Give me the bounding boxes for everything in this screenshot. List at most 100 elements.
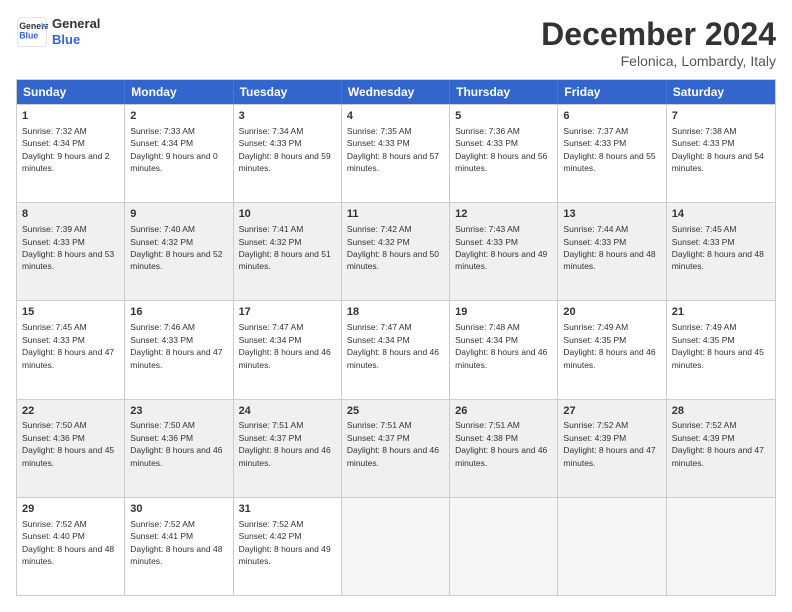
- daylight-text: Daylight: 8 hours and 47 minutes.: [22, 347, 114, 369]
- day-number: 20: [563, 305, 660, 320]
- day-cell-23: 23 Sunrise: 7:50 AM Sunset: 4:36 PM Dayl…: [125, 400, 233, 497]
- day-number: 23: [130, 404, 227, 419]
- sunrise-text: Sunrise: 7:52 AM: [22, 519, 87, 529]
- day-number: 10: [239, 207, 336, 222]
- sunset-text: Sunset: 4:33 PM: [347, 138, 410, 148]
- daylight-text: Daylight: 8 hours and 46 minutes.: [563, 347, 655, 369]
- day-cell-31: 31 Sunrise: 7:52 AM Sunset: 4:42 PM Dayl…: [234, 498, 342, 595]
- daylight-text: Daylight: 8 hours and 49 minutes.: [455, 249, 547, 271]
- sunrise-text: Sunrise: 7:36 AM: [455, 126, 520, 136]
- title-block: December 2024 Felonica, Lombardy, Italy: [541, 16, 776, 69]
- sunrise-text: Sunrise: 7:37 AM: [563, 126, 628, 136]
- empty-cell-w5-d5: [558, 498, 666, 595]
- day-cell-7: 7 Sunrise: 7:38 AM Sunset: 4:33 PM Dayli…: [667, 105, 775, 202]
- daylight-text: Daylight: 8 hours and 49 minutes.: [239, 544, 331, 566]
- daylight-text: Daylight: 8 hours and 48 minutes.: [672, 249, 764, 271]
- sunset-text: Sunset: 4:35 PM: [672, 335, 735, 345]
- calendar-header-row: SundayMondayTuesdayWednesdayThursdayFrid…: [17, 80, 775, 104]
- daylight-text: Daylight: 8 hours and 52 minutes.: [130, 249, 222, 271]
- day-number: 26: [455, 404, 552, 419]
- sunset-text: Sunset: 4:32 PM: [130, 237, 193, 247]
- day-number: 6: [563, 109, 660, 124]
- day-cell-5: 5 Sunrise: 7:36 AM Sunset: 4:33 PM Dayli…: [450, 105, 558, 202]
- empty-cell-w5-d3: [342, 498, 450, 595]
- sunrise-text: Sunrise: 7:50 AM: [130, 420, 195, 430]
- logo-text-block: General Blue: [52, 16, 100, 47]
- day-cell-16: 16 Sunrise: 7:46 AM Sunset: 4:33 PM Dayl…: [125, 301, 233, 398]
- calendar-body: 1 Sunrise: 7:32 AM Sunset: 4:34 PM Dayli…: [17, 104, 775, 595]
- daylight-text: Daylight: 8 hours and 45 minutes.: [672, 347, 764, 369]
- sunrise-text: Sunrise: 7:45 AM: [672, 224, 737, 234]
- sunset-text: Sunset: 4:41 PM: [130, 531, 193, 541]
- day-number: 14: [672, 207, 770, 222]
- day-number: 19: [455, 305, 552, 320]
- daylight-text: Daylight: 8 hours and 51 minutes.: [239, 249, 331, 271]
- day-number: 13: [563, 207, 660, 222]
- day-number: 3: [239, 109, 336, 124]
- day-number: 2: [130, 109, 227, 124]
- sunset-text: Sunset: 4:33 PM: [130, 335, 193, 345]
- sunrise-text: Sunrise: 7:39 AM: [22, 224, 87, 234]
- sunrise-text: Sunrise: 7:45 AM: [22, 322, 87, 332]
- day-number: 7: [672, 109, 770, 124]
- week-row-2: 8 Sunrise: 7:39 AM Sunset: 4:33 PM Dayli…: [17, 202, 775, 300]
- header-tuesday: Tuesday: [234, 80, 342, 104]
- daylight-text: Daylight: 8 hours and 46 minutes.: [239, 445, 331, 467]
- daylight-text: Daylight: 8 hours and 48 minutes.: [563, 249, 655, 271]
- day-cell-18: 18 Sunrise: 7:47 AM Sunset: 4:34 PM Dayl…: [342, 301, 450, 398]
- logo-line2: Blue: [52, 32, 100, 48]
- header-thursday: Thursday: [450, 80, 558, 104]
- sunset-text: Sunset: 4:33 PM: [22, 237, 85, 247]
- day-cell-14: 14 Sunrise: 7:45 AM Sunset: 4:33 PM Dayl…: [667, 203, 775, 300]
- sunset-text: Sunset: 4:35 PM: [563, 335, 626, 345]
- daylight-text: Daylight: 8 hours and 53 minutes.: [22, 249, 114, 271]
- sunset-text: Sunset: 4:38 PM: [455, 433, 518, 443]
- day-cell-19: 19 Sunrise: 7:48 AM Sunset: 4:34 PM Dayl…: [450, 301, 558, 398]
- sunrise-text: Sunrise: 7:51 AM: [455, 420, 520, 430]
- sunset-text: Sunset: 4:33 PM: [455, 237, 518, 247]
- sunset-text: Sunset: 4:39 PM: [672, 433, 735, 443]
- day-number: 27: [563, 404, 660, 419]
- daylight-text: Daylight: 8 hours and 54 minutes.: [672, 151, 764, 173]
- sunset-text: Sunset: 4:32 PM: [347, 237, 410, 247]
- sunset-text: Sunset: 4:33 PM: [455, 138, 518, 148]
- sunset-text: Sunset: 4:34 PM: [347, 335, 410, 345]
- sunrise-text: Sunrise: 7:52 AM: [672, 420, 737, 430]
- day-cell-2: 2 Sunrise: 7:33 AM Sunset: 4:34 PM Dayli…: [125, 105, 233, 202]
- header-friday: Friday: [558, 80, 666, 104]
- sunset-text: Sunset: 4:37 PM: [347, 433, 410, 443]
- sunset-text: Sunset: 4:33 PM: [22, 335, 85, 345]
- day-number: 1: [22, 109, 119, 124]
- sunrise-text: Sunrise: 7:46 AM: [130, 322, 195, 332]
- sunrise-text: Sunrise: 7:47 AM: [239, 322, 304, 332]
- sunset-text: Sunset: 4:33 PM: [563, 138, 626, 148]
- sunset-text: Sunset: 4:33 PM: [672, 237, 735, 247]
- day-number: 5: [455, 109, 552, 124]
- day-cell-29: 29 Sunrise: 7:52 AM Sunset: 4:40 PM Dayl…: [17, 498, 125, 595]
- day-number: 15: [22, 305, 119, 320]
- sunset-text: Sunset: 4:39 PM: [563, 433, 626, 443]
- day-cell-11: 11 Sunrise: 7:42 AM Sunset: 4:32 PM Dayl…: [342, 203, 450, 300]
- sunset-text: Sunset: 4:42 PM: [239, 531, 302, 541]
- day-cell-12: 12 Sunrise: 7:43 AM Sunset: 4:33 PM Dayl…: [450, 203, 558, 300]
- empty-cell-w5-d6: [667, 498, 775, 595]
- header-sunday: Sunday: [17, 80, 125, 104]
- daylight-text: Daylight: 8 hours and 48 minutes.: [130, 544, 222, 566]
- sunrise-text: Sunrise: 7:35 AM: [347, 126, 412, 136]
- header-saturday: Saturday: [667, 80, 775, 104]
- header-monday: Monday: [125, 80, 233, 104]
- day-number: 9: [130, 207, 227, 222]
- week-row-4: 22 Sunrise: 7:50 AM Sunset: 4:36 PM Dayl…: [17, 399, 775, 497]
- week-row-3: 15 Sunrise: 7:45 AM Sunset: 4:33 PM Dayl…: [17, 300, 775, 398]
- daylight-text: Daylight: 8 hours and 46 minutes.: [347, 347, 439, 369]
- sunrise-text: Sunrise: 7:43 AM: [455, 224, 520, 234]
- sunrise-text: Sunrise: 7:52 AM: [239, 519, 304, 529]
- sunset-text: Sunset: 4:36 PM: [22, 433, 85, 443]
- daylight-text: Daylight: 8 hours and 46 minutes.: [130, 445, 222, 467]
- day-cell-1: 1 Sunrise: 7:32 AM Sunset: 4:34 PM Dayli…: [17, 105, 125, 202]
- sunset-text: Sunset: 4:33 PM: [563, 237, 626, 247]
- day-number: 17: [239, 305, 336, 320]
- day-cell-8: 8 Sunrise: 7:39 AM Sunset: 4:33 PM Dayli…: [17, 203, 125, 300]
- day-number: 21: [672, 305, 770, 320]
- day-cell-22: 22 Sunrise: 7:50 AM Sunset: 4:36 PM Dayl…: [17, 400, 125, 497]
